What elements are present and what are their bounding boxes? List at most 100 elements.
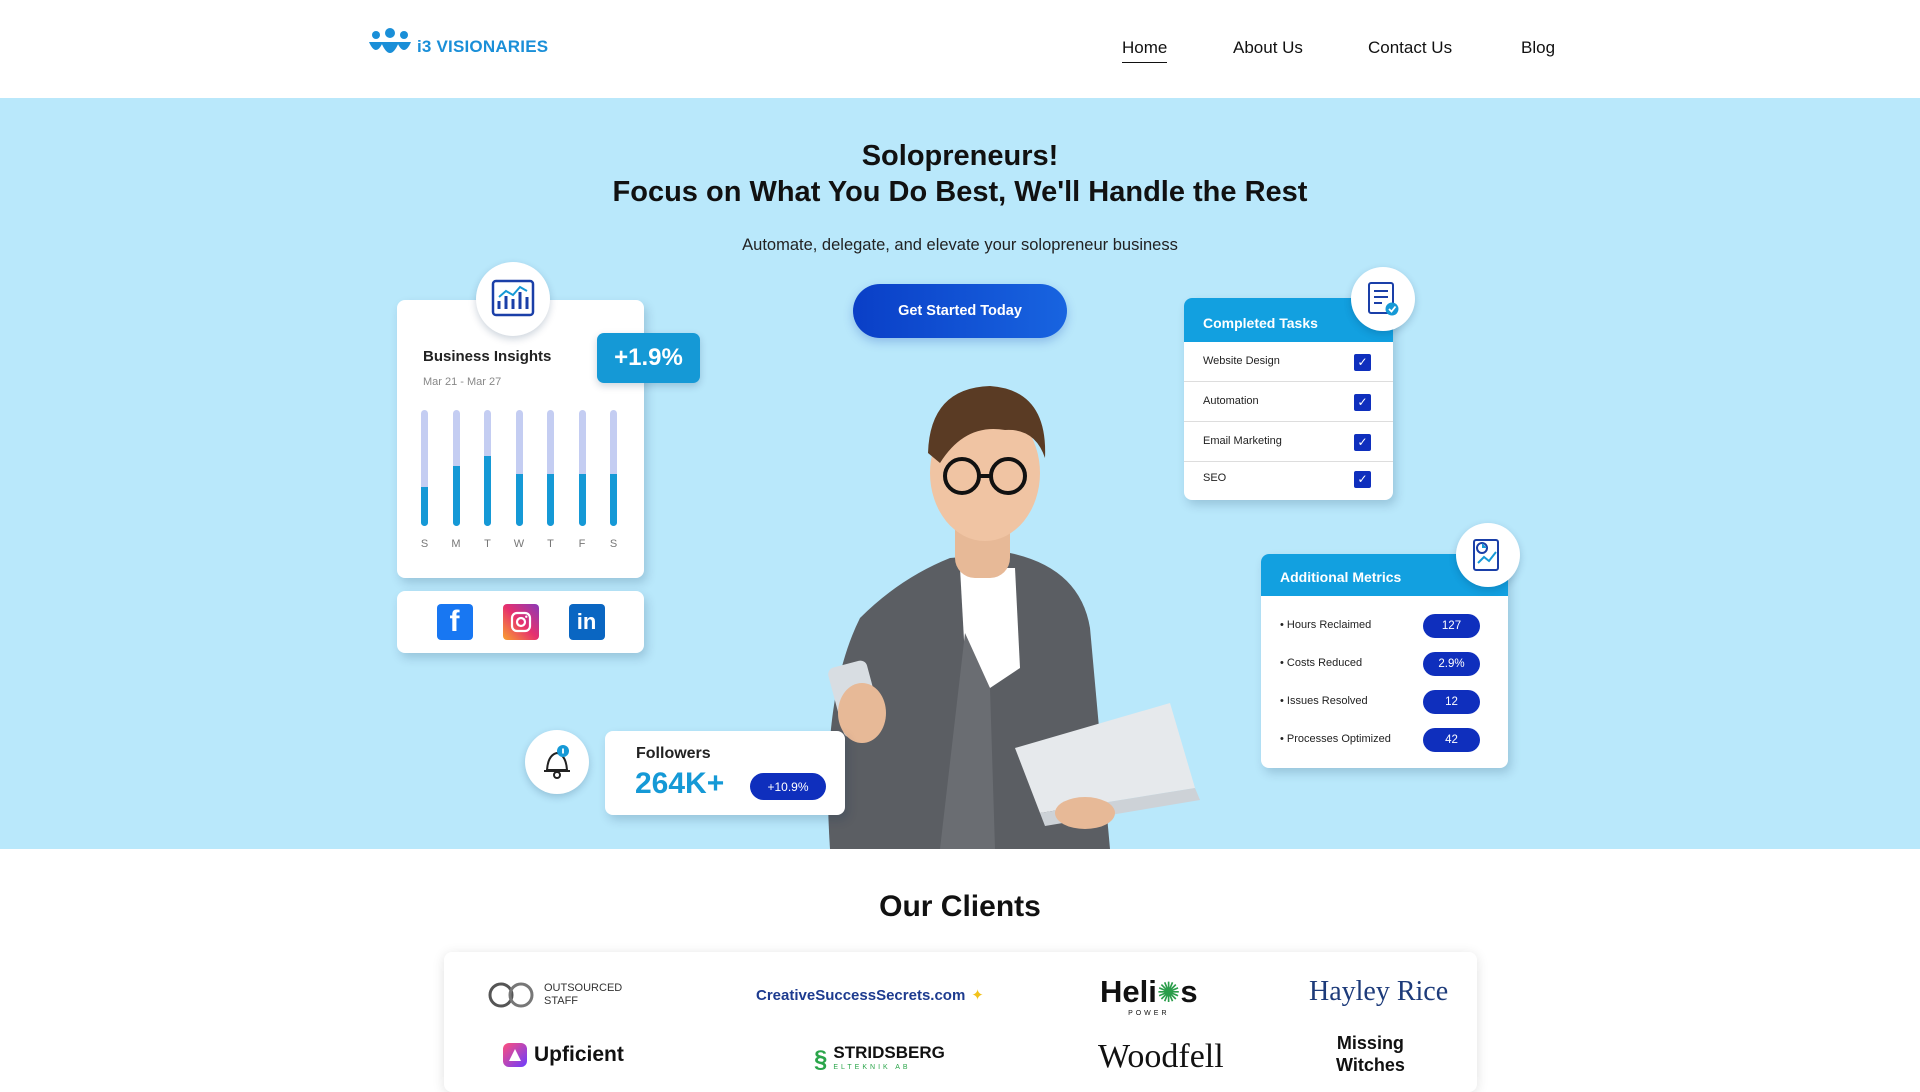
insights-bar xyxy=(421,410,428,526)
checkbox-checked-icon[interactable]: ✓ xyxy=(1354,471,1371,488)
client-text: Upficient xyxy=(534,1043,624,1066)
insights-bar xyxy=(452,410,460,526)
metric-label: • Processes Optimized xyxy=(1280,733,1391,745)
insights-bar-fill xyxy=(578,474,586,526)
checkbox-checked-icon[interactable]: ✓ xyxy=(1354,434,1371,451)
client-logo-missing-witches: Missing Witches xyxy=(1336,1032,1405,1076)
insights-bar xyxy=(484,410,491,526)
nav-blog[interactable]: Blog xyxy=(1521,38,1555,58)
metric-row: • Processes Optimized 42 xyxy=(1280,727,1490,753)
insights-bar-fill xyxy=(484,456,491,526)
task-row: Automation ✓ xyxy=(1184,382,1393,422)
insights-day-label: T xyxy=(547,538,554,550)
metric-label: • Costs Reduced xyxy=(1280,657,1363,669)
get-started-button[interactable]: Get Started Today xyxy=(853,284,1067,338)
insights-bar-fill xyxy=(452,466,460,526)
instagram-icon[interactable] xyxy=(502,604,539,640)
client-logo-upficient: Upficient xyxy=(502,1042,624,1068)
additional-metrics-card: Additional Metrics • Hours Reclaimed 127 … xyxy=(1261,554,1508,768)
insights-bar xyxy=(610,410,617,526)
client-text: Missing xyxy=(1336,1033,1404,1053)
client-logo-creative-success: CreativeSuccessSecrets.com ✦ xyxy=(756,986,984,1005)
metric-value: 42 xyxy=(1423,728,1480,752)
sparkle-icon: ✦ xyxy=(971,987,984,1004)
checkbox-checked-icon[interactable]: ✓ xyxy=(1354,354,1371,371)
insights-day-label: W xyxy=(513,538,525,550)
metric-row: • Costs Reduced 2.9% xyxy=(1280,651,1490,677)
followers-label: Followers xyxy=(636,745,711,762)
client-text: Witches xyxy=(1336,1055,1405,1075)
followers-card: Followers 264K+ +10.9% xyxy=(605,731,845,815)
client-text: STRIDSBERG xyxy=(833,1042,945,1062)
people-logo-icon xyxy=(369,28,411,53)
client-text: OUTSOURCED xyxy=(544,982,623,994)
linkedin-icon[interactable]: in xyxy=(568,604,605,640)
client-logo-helios: Heli ✺ s POWER xyxy=(1100,974,1198,1017)
insights-bar-fill xyxy=(547,474,554,526)
client-text: CreativeSuccessSecrets.com xyxy=(756,986,966,1004)
report-chart-icon xyxy=(1473,539,1499,571)
metric-value: 2.9% xyxy=(1423,652,1480,676)
metric-label: • Issues Resolved xyxy=(1280,695,1368,707)
bell-icon xyxy=(544,745,570,779)
task-row: Email Marketing ✓ xyxy=(1184,422,1393,462)
client-text: s xyxy=(1180,974,1198,1009)
client-logo-stridsberg: § STRIDSBERG ELTEKNIK AB xyxy=(814,1042,945,1074)
insights-bar-fill xyxy=(515,474,523,526)
insights-bar xyxy=(578,410,586,526)
client-logo-outsourced-staff: OUTSOURCED STAFF xyxy=(486,980,622,1010)
businessman-photo xyxy=(828,386,1200,849)
site-header: i3 VISIONARIES Home About Us Contact Us … xyxy=(0,0,1920,98)
insights-growth-badge: +1.9% xyxy=(597,333,700,383)
brand-name: i3 VISIONARIES xyxy=(417,37,549,56)
chart-report-icon xyxy=(491,279,535,317)
nav-contact-us[interactable]: Contact Us xyxy=(1368,38,1452,58)
metric-value: 127 xyxy=(1423,614,1480,638)
insights-bar-fill xyxy=(421,487,428,526)
metric-row: • Issues Resolved 12 xyxy=(1280,689,1490,715)
insights-bar xyxy=(547,410,554,526)
task-label: Automation xyxy=(1203,395,1259,407)
hero-section: Solopreneurs! Focus on What You Do Best,… xyxy=(0,98,1920,849)
social-links-card: f in xyxy=(397,591,644,653)
analytics-icon-badge xyxy=(476,262,550,336)
insights-day-label: T xyxy=(484,538,491,550)
brand-logo[interactable]: i3 VISIONARIES xyxy=(367,28,548,66)
insights-bar-chart: SMTWTFS xyxy=(419,410,619,560)
checklist-icon xyxy=(1368,282,1399,316)
insights-day-label: F xyxy=(578,538,586,550)
nav-home[interactable]: Home xyxy=(1122,38,1168,63)
hero-title-line1: Solopreneurs! xyxy=(861,140,1059,172)
insights-day-label: M xyxy=(451,538,461,550)
facebook-icon[interactable]: f xyxy=(436,604,473,640)
followers-count: 264K+ xyxy=(635,767,725,800)
client-text: STAFF xyxy=(544,995,579,1007)
client-logo-hayley-rice: Hayley Rice xyxy=(1309,976,1449,1007)
metrics-icon-badge xyxy=(1456,523,1520,587)
sun-icon: ✺ xyxy=(1156,976,1181,1008)
insights-day-label: S xyxy=(609,538,618,550)
insights-title: Business Insights xyxy=(423,348,552,365)
insights-day-label: S xyxy=(420,538,429,550)
insights-bar-fill xyxy=(610,474,617,526)
task-label: Website Design xyxy=(1203,355,1280,367)
clients-title: Our Clients xyxy=(879,890,1041,923)
client-text: ELTEKNIK AB xyxy=(833,1063,911,1071)
checkbox-checked-icon[interactable]: ✓ xyxy=(1354,394,1371,411)
metric-row: • Hours Reclaimed 127 xyxy=(1280,613,1490,639)
task-label: Email Marketing xyxy=(1203,435,1282,447)
hero-title-line2: Focus on What You Do Best, We'll Handle … xyxy=(612,176,1308,208)
task-row: SEO ✓ xyxy=(1184,462,1393,498)
upficient-logo-icon xyxy=(503,1043,527,1067)
notification-icon-badge xyxy=(525,730,589,794)
task-label: SEO xyxy=(1203,472,1227,484)
client-text: Heli xyxy=(1100,974,1157,1009)
insights-date-range: Mar 21 - Mar 27 xyxy=(423,376,502,388)
completed-tasks-card: Completed Tasks Website Design ✓ Automati… xyxy=(1184,298,1393,500)
task-row: Website Design ✓ xyxy=(1184,342,1393,382)
nav-about-us[interactable]: About Us xyxy=(1233,38,1303,58)
metric-label: • Hours Reclaimed xyxy=(1280,619,1372,631)
stridsberg-logo-icon: § xyxy=(814,1046,828,1073)
insights-bar xyxy=(515,410,523,526)
hero-subtitle: Automate, delegate, and elevate your sol… xyxy=(742,236,1178,254)
